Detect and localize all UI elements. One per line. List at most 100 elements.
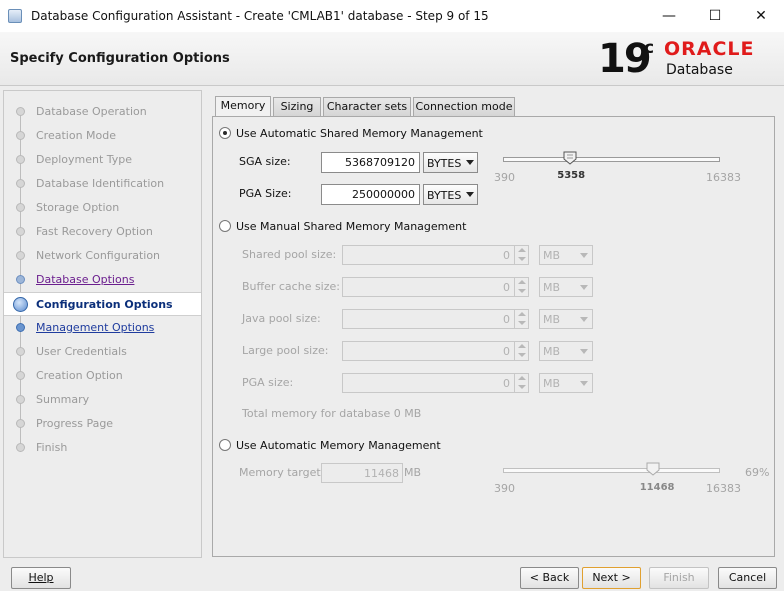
sga-size-input[interactable]: 5368709120 [321, 152, 420, 173]
shared-pool-stepper: 0 [342, 245, 529, 265]
step-database-options[interactable]: Database Options [4, 268, 201, 292]
step-creation-option: Creation Option [4, 364, 201, 388]
large-pool-label: Large pool size: [242, 344, 329, 357]
next-label: Next > [592, 571, 631, 584]
step-label: User Credentials [36, 345, 127, 358]
unit-value: MB [543, 377, 561, 390]
maximize-button[interactable]: ☐ [692, 0, 738, 32]
pga-size-input[interactable]: 250000000 [321, 184, 420, 205]
amm-slider-value: 11468 [639, 482, 675, 493]
step-finish: Finish [4, 436, 201, 460]
buffer-cache-label: Buffer cache size: [242, 280, 340, 293]
unit-value: MB [543, 345, 561, 358]
amm-percent: 69% [745, 466, 770, 479]
wizard-header: Specify Configuration Options 19 c ORACL… [0, 32, 784, 86]
step-dot-icon [16, 179, 25, 188]
cancel-button[interactable]: Cancel [718, 567, 777, 589]
unit-value: MB [543, 249, 561, 262]
manual-pga-unit-select: MB [539, 373, 593, 393]
minimize-button[interactable]: — [646, 0, 692, 32]
step-management-options[interactable]: Management Options [4, 316, 201, 340]
spinner-arrows-icon [514, 278, 528, 296]
asmm-slider-thumb[interactable] [563, 151, 577, 165]
sga-unit-value: BYTES [427, 157, 462, 170]
amm-radio[interactable] [219, 439, 231, 451]
tab-connection-mode[interactable]: Connection mode [413, 97, 515, 117]
memory-target-label: Memory target: [239, 466, 325, 479]
amm-slider-track [503, 468, 720, 473]
product-name: Database [666, 62, 733, 78]
chevron-down-icon [580, 317, 588, 322]
step-dot-icon [16, 395, 25, 404]
step-label: Storage Option [36, 201, 120, 214]
finish-label: Finish [663, 571, 695, 584]
manual-pga-stepper: 0 [342, 373, 529, 393]
step-dot-icon [16, 371, 25, 380]
chevron-down-icon [466, 160, 474, 165]
step-user-credentials: User Credentials [4, 340, 201, 364]
step-label: Creation Option [36, 369, 123, 382]
tab-sizing[interactable]: Sizing [273, 97, 321, 117]
amm-slider-max: 16383 [706, 482, 741, 495]
spinner-arrows-icon [514, 374, 528, 392]
next-button[interactable]: Next > [582, 567, 641, 589]
large-pool-unit-select: MB [539, 341, 593, 361]
step-dot-icon [16, 227, 25, 236]
step-database-identification: Database Identification [4, 172, 201, 196]
finish-button: Finish [649, 567, 709, 589]
help-label: Help [28, 571, 54, 584]
manual-pga-value: 0 [503, 377, 510, 390]
buffer-cache-value: 0 [503, 281, 510, 294]
spinner-arrows-icon [514, 342, 528, 360]
step-label: Deployment Type [36, 153, 133, 166]
pga-unit-value: BYTES [427, 189, 462, 202]
oracle-logo: ORACLE [664, 38, 755, 60]
chevron-down-icon [580, 381, 588, 386]
asmm-radio[interactable] [219, 127, 231, 139]
asmm-slider-min: 390 [494, 171, 515, 184]
step-label: Database Identification [36, 177, 165, 190]
chevron-down-icon [580, 285, 588, 290]
step-dot-icon [16, 203, 25, 212]
large-pool-stepper: 0 [342, 341, 529, 361]
pga-unit-select[interactable]: BYTES [423, 184, 478, 205]
tab-character-sets[interactable]: Character sets [323, 97, 411, 117]
step-label: Network Configuration [36, 249, 161, 262]
asmm-slider-track[interactable] [503, 157, 720, 162]
step-dot-icon [16, 347, 25, 356]
shared-pool-value: 0 [503, 249, 510, 262]
total-memory-text: Total memory for database 0 MB [242, 407, 422, 420]
tab-memory[interactable]: Memory [215, 96, 271, 117]
step-label: Fast Recovery Option [36, 225, 153, 238]
step-database-operation: Database Operation [4, 100, 201, 124]
close-button[interactable]: ✕ [738, 0, 784, 32]
sga-unit-select[interactable]: BYTES [423, 152, 478, 173]
asmm-radio-label[interactable]: Use Automatic Shared Memory Management [236, 127, 483, 140]
asmm-slider-value: 5358 [557, 170, 586, 181]
step-dot-icon [16, 155, 25, 164]
java-pool-unit-select: MB [539, 309, 593, 329]
memory-target-unit: MB [404, 466, 422, 479]
version-suffix: c [644, 38, 655, 58]
window-title: Database Configuration Assistant - Creat… [31, 9, 489, 23]
step-creation-mode: Creation Mode [4, 124, 201, 148]
memory-target-input: 11468 [321, 463, 403, 483]
chevron-down-icon [466, 192, 474, 197]
step-label: Management Options [36, 321, 155, 334]
manual-smm-radio-label[interactable]: Use Manual Shared Memory Management [236, 220, 466, 233]
java-pool-label: Java pool size: [242, 312, 321, 325]
manual-smm-radio[interactable] [219, 220, 231, 232]
step-label: Database Options [36, 273, 135, 286]
step-label: Summary [36, 393, 90, 406]
amm-radio-label[interactable]: Use Automatic Memory Management [236, 439, 441, 452]
unit-value: MB [543, 313, 561, 326]
step-label: Finish [36, 441, 68, 454]
java-app-icon [8, 9, 22, 23]
step-storage-option: Storage Option [4, 196, 201, 220]
chevron-down-icon [580, 253, 588, 258]
step-dot-icon [16, 443, 25, 452]
help-button[interactable]: Help [11, 567, 71, 589]
back-button[interactable]: < Back [520, 567, 579, 589]
asmm-slider-max: 16383 [706, 171, 741, 184]
step-fast-recovery-option: Fast Recovery Option [4, 220, 201, 244]
